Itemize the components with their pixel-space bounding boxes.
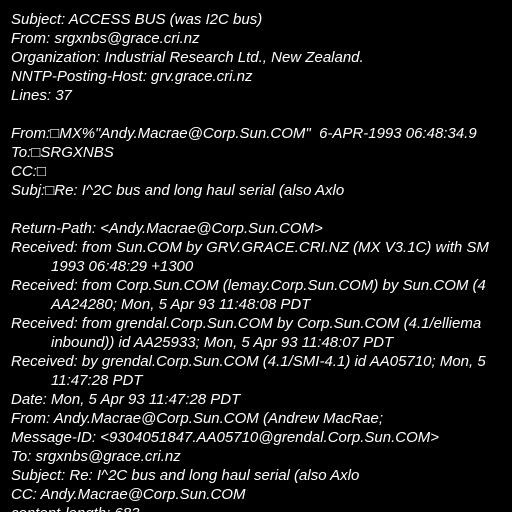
mail-header-line: AA24280; Mon, 5 Apr 93 11:48:08 PDT	[51, 296, 311, 313]
mail-header-line: 11:47:28 PDT	[51, 372, 143, 389]
mail-header-line: Received: from Sun.COM by GRV.GRACE.CRI.…	[11, 239, 489, 256]
header-from: From: srgxnbs@grace.cri.nz	[11, 30, 200, 47]
mail-header-line: Return-Path: <Andy.Macrae@Corp.Sun.COM>	[11, 220, 323, 237]
header-lines: Lines: 37	[11, 87, 72, 104]
vms-cc: CC:□	[11, 163, 46, 180]
mail-header-line: Received: from Corp.Sun.COM (lemay.Corp.…	[11, 277, 486, 294]
mail-header-line: Subject: Re: I^2C bus and long haul seri…	[11, 467, 360, 484]
mail-header-line: To: srgxnbs@grace.cri.nz	[11, 448, 181, 465]
mail-header-line: CC: Andy.Macrae@Corp.Sun.COM	[11, 486, 246, 503]
mail-header-line: inbound)) id AA25933; Mon, 5 Apr 93 11:4…	[51, 334, 394, 351]
header-nntp-host: NNTP-Posting-Host: grv.grace.cri.nz	[11, 68, 253, 85]
header-subject: Subject: ACCESS BUS (was I2C bus)	[11, 11, 263, 28]
vms-to: To:□SRGXNBS	[11, 144, 114, 161]
mail-header-line: From: Andy.Macrae@Corp.Sun.COM (Andrew M…	[11, 410, 384, 427]
mail-header-line: content-length: 683	[11, 504, 139, 512]
mail-header-line: 1993 06:48:29 +1300	[51, 258, 194, 275]
mail-header-line: Received: by grendal.Corp.Sun.COM (4.1/S…	[11, 353, 486, 370]
message-view: Subject: ACCESS BUS (was I2C bus) From: …	[0, 0, 512, 512]
mail-header-line: Received: from grendal.Corp.Sun.COM by C…	[11, 315, 482, 332]
vms-from: From:□MX%"Andy.Macrae@Corp.Sun.COM" 6-AP…	[11, 125, 477, 142]
header-organization: Organization: Industrial Research Ltd., …	[11, 49, 364, 66]
vms-subj: Subj:□Re: I^2C bus and long haul serial …	[11, 182, 345, 199]
mail-header-line: Date: Mon, 5 Apr 93 11:47:28 PDT	[11, 391, 241, 408]
mail-header-line: Message-ID: <9304051847.AA05710@grendal.…	[11, 429, 439, 446]
